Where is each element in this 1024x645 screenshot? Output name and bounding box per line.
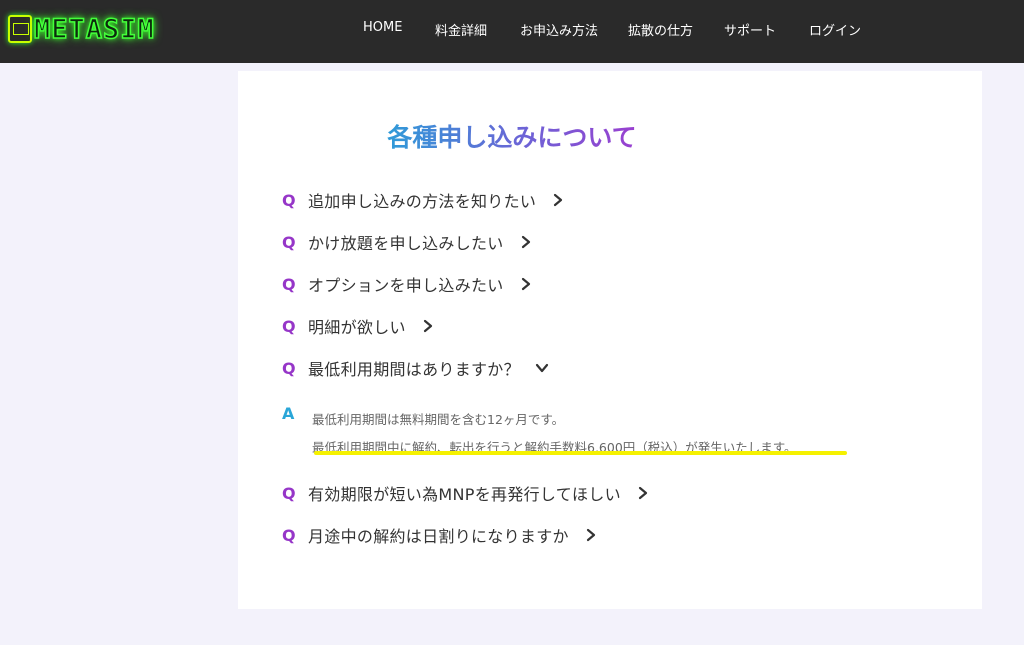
nav-home[interactable]: HOME bbox=[363, 20, 402, 35]
q-mark: Q bbox=[282, 358, 296, 378]
nav-support[interactable]: サポート bbox=[724, 20, 776, 39]
a-mark: A bbox=[282, 404, 295, 423]
sim-card-icon bbox=[8, 15, 32, 43]
chevron-right-icon bbox=[554, 193, 563, 207]
faq-question: オプションを申し込みたい bbox=[308, 276, 504, 295]
faq-item-unlimited-calls[interactable]: Q かけ放題を申し込みしたい bbox=[282, 230, 534, 254]
q-mark: Q bbox=[282, 316, 296, 336]
chevron-right-icon bbox=[586, 528, 595, 542]
q-mark: Q bbox=[282, 190, 296, 210]
chevron-right-icon bbox=[423, 319, 432, 333]
chevron-right-icon bbox=[521, 235, 530, 249]
site-header: METASIM HOME 料金詳細 お申込み方法 拡散の仕方 サポート ログイン bbox=[0, 0, 1024, 63]
highlight-underline bbox=[314, 451, 847, 455]
page-title: 各種申し込みについて bbox=[387, 123, 637, 152]
logo-text: METASIM bbox=[33, 13, 155, 46]
nav-how-to-apply[interactable]: お申込み方法 bbox=[520, 20, 598, 39]
faq-item-prorated-cancel[interactable]: Q 月途中の解約は日割りになりますか bbox=[282, 523, 599, 547]
q-mark: Q bbox=[282, 525, 296, 545]
faq-question: 明細が欲しい bbox=[308, 318, 406, 337]
faq-question: 追加申し込みの方法を知りたい bbox=[308, 192, 537, 211]
q-mark: Q bbox=[282, 483, 296, 503]
faq-question: 最低利用期間はありますか？ bbox=[308, 360, 520, 379]
chevron-right-icon bbox=[638, 486, 648, 500]
nav-how-to-share[interactable]: 拡散の仕方 bbox=[628, 20, 693, 39]
faq-item-options[interactable]: Q オプションを申し込みたい bbox=[282, 272, 534, 296]
nav-pricing[interactable]: 料金詳細 bbox=[435, 20, 487, 39]
chevron-down-icon bbox=[535, 363, 549, 373]
q-mark: Q bbox=[282, 274, 296, 294]
metasim-logo[interactable]: METASIM bbox=[8, 12, 155, 46]
faq-question: 有効期限が短い為MNPを再発行してほしい bbox=[308, 485, 621, 504]
faq-item-mnp-reissue[interactable]: Q 有効期限が短い為MNPを再発行してほしい bbox=[282, 481, 651, 505]
faq-question: 月途中の解約は日割りになりますか bbox=[308, 527, 569, 546]
faq-item-add-application[interactable]: Q 追加申し込みの方法を知りたい bbox=[282, 188, 566, 212]
chevron-right-icon bbox=[521, 277, 530, 291]
answer-line: 最低利用期間は無料期間を含む12ヶ月です。 bbox=[312, 412, 565, 427]
faq-question: かけ放題を申し込みしたい bbox=[308, 234, 504, 253]
q-mark: Q bbox=[282, 232, 296, 252]
faq-item-minimum-period[interactable]: Q 最低利用期間はありますか？ bbox=[282, 356, 550, 380]
nav-login[interactable]: ログイン bbox=[809, 20, 861, 39]
faq-item-statement[interactable]: Q 明細が欲しい bbox=[282, 314, 436, 338]
